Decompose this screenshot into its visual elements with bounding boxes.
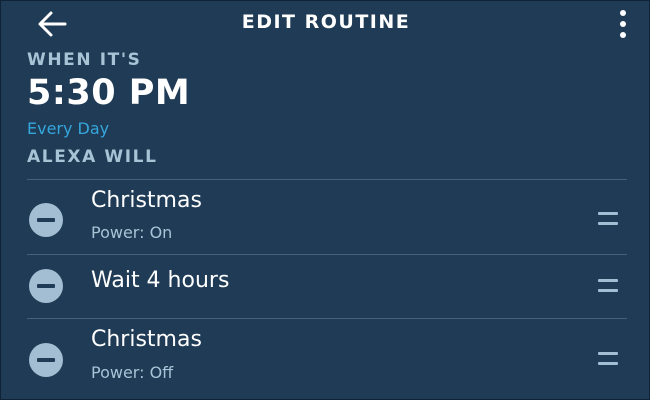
action-title: Christmas [91, 188, 202, 213]
actions-section-label: ALEXA WILL [27, 147, 158, 167]
action-title: Christmas [91, 327, 202, 352]
more-options-button[interactable] [613, 7, 633, 41]
more-vertical-icon [620, 10, 626, 38]
action-subtitle: Power: On [91, 223, 173, 242]
drag-handle-icon[interactable] [598, 352, 618, 366]
page-title: EDIT ROUTINE [241, 11, 411, 33]
remove-action-button[interactable] [29, 203, 63, 237]
drag-handle-icon[interactable] [598, 212, 618, 226]
action-item-christmas-off[interactable]: Christmas Power: Off [1, 319, 650, 399]
action-item-wait[interactable]: Wait 4 hours [1, 255, 650, 318]
action-title: Wait 4 hours [91, 268, 230, 293]
app-header: EDIT ROUTINE [1, 1, 650, 45]
action-item-christmas-on[interactable]: Christmas Power: On [1, 180, 650, 254]
action-subtitle: Power: Off [91, 363, 174, 382]
trigger-time[interactable]: 5:30 PM [27, 73, 190, 113]
trigger-section-label: WHEN IT'S [27, 50, 142, 70]
remove-action-button[interactable] [29, 343, 63, 377]
remove-action-button[interactable] [29, 269, 63, 303]
app-screen: EDIT ROUTINE WHEN IT'S 5:30 PM Every Day… [0, 0, 650, 400]
recurrence-link[interactable]: Every Day [27, 119, 109, 138]
drag-handle-icon[interactable] [598, 279, 618, 293]
